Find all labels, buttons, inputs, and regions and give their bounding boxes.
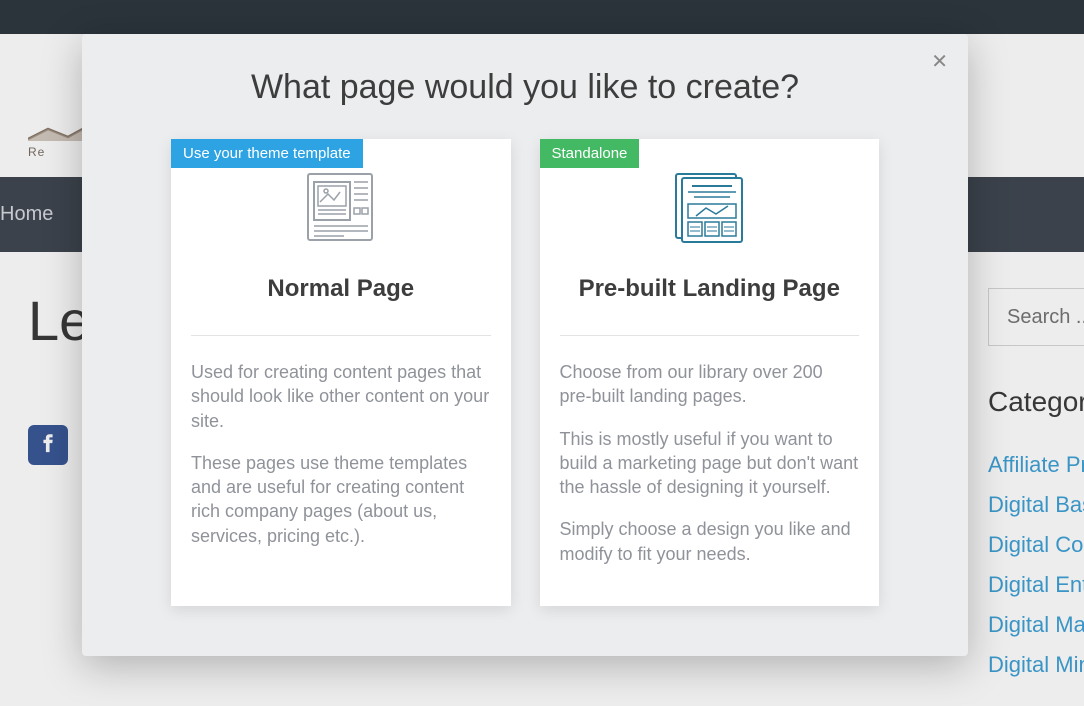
card-description: Used for creating content pages that sho… [191, 360, 491, 433]
card-title: Pre-built Landing Page [540, 251, 880, 335]
landing-page-icon [670, 168, 748, 251]
badge-theme-template: Use your theme template [171, 139, 363, 168]
card-description: Choose from our library over 200 pre-bui… [560, 360, 860, 409]
option-landing-page[interactable]: Standalone [540, 139, 880, 606]
card-description: These pages use theme templates and are … [191, 451, 491, 548]
modal-title: What page would you like to create? [82, 34, 968, 107]
document-page-icon [302, 168, 380, 251]
close-icon: ✕ [931, 51, 948, 73]
option-normal-page[interactable]: Use your theme template [171, 139, 511, 606]
close-button[interactable]: ✕ [925, 46, 954, 78]
card-description: Simply choose a design you like and modi… [560, 517, 860, 566]
create-page-modal: ✕ What page would you like to create? Us… [82, 34, 968, 656]
card-title: Normal Page [171, 251, 511, 335]
card-description: This is mostly useful if you want to bui… [560, 427, 860, 500]
badge-standalone: Standalone [540, 139, 640, 168]
